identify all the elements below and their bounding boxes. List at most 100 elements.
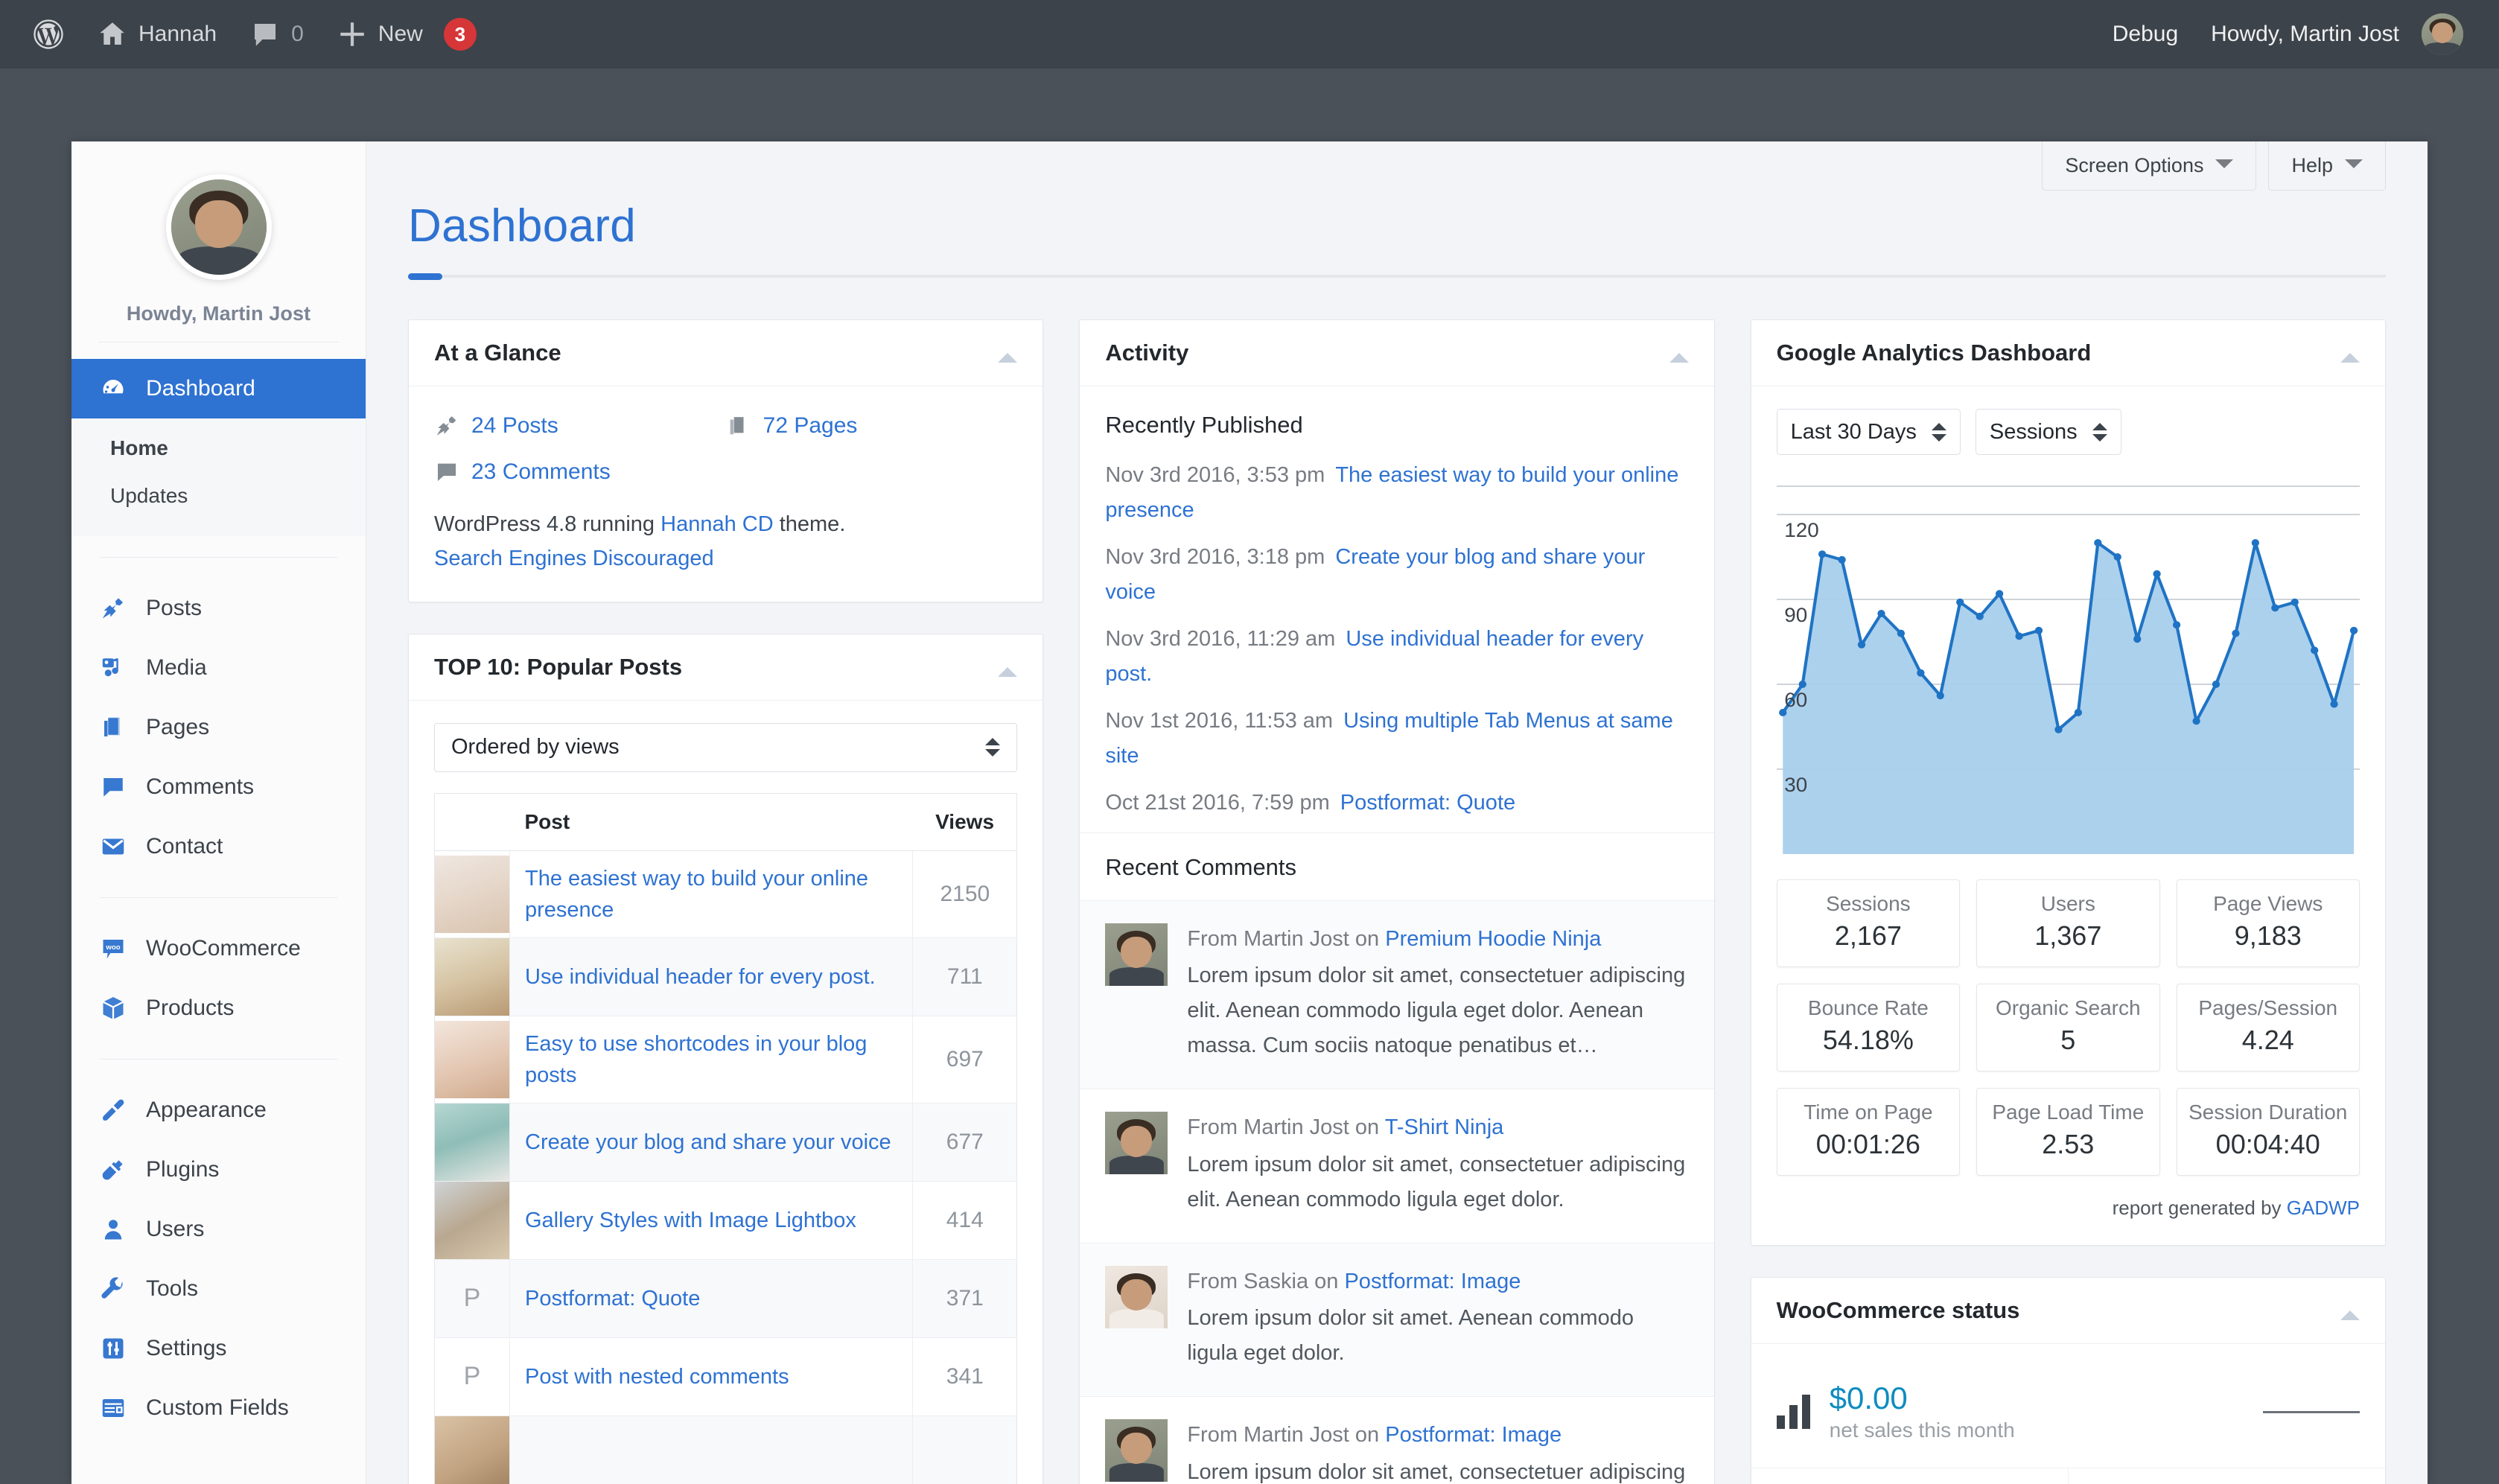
site-name-button[interactable]: Hannah <box>80 0 233 69</box>
stat-value: 00:01:26 <box>1815 1129 1920 1159</box>
collapse-toggle-icon[interactable] <box>2340 343 2360 363</box>
svg-text:120: 120 <box>1784 518 1818 541</box>
sidebar-item-dashboard[interactable]: Dashboard <box>71 359 366 418</box>
debug-button[interactable]: Debug <box>2096 0 2194 69</box>
published-timestamp: Oct 21st 2016, 7:59 pm <box>1105 790 1330 815</box>
screen-meta-bar: Screen Options Help <box>2042 141 2386 191</box>
comment-excerpt: Lorem ipsum dolor sit amet, consectetuer… <box>1187 964 1686 1058</box>
period-select[interactable]: Last 30 Days <box>1776 409 1961 455</box>
collapse-toggle-icon[interactable] <box>998 657 1018 677</box>
wordpress-logo-icon <box>34 19 63 49</box>
post-thumbnail-cell: P <box>434 1337 510 1416</box>
sidebar-item-products[interactable]: Products <box>71 978 366 1038</box>
chevron-down-icon <box>2215 159 2234 177</box>
sidebar-item-woocommerce[interactable]: woo WooCommerce <box>71 919 366 978</box>
post-thumbnail-cell <box>434 1415 510 1484</box>
sidebar-item-label: Pages <box>146 715 210 739</box>
profile-name: Howdy, Martin Jost <box>126 302 311 325</box>
sidebar-item-contact[interactable]: Contact <box>71 817 366 876</box>
stat-label: Pages/Session <box>2198 996 2338 1019</box>
svg-text:90: 90 <box>1784 603 1807 626</box>
post-title-link[interactable]: The easiest way to build your online pre… <box>525 863 897 926</box>
stat-label: Sessions <box>1826 892 1911 915</box>
admin-bar-right: Debug Howdy, Martin Jost <box>2096 0 2499 69</box>
post-title-link[interactable]: Easy to use shortcodes in your blog post… <box>525 1028 897 1091</box>
sidebar-item-posts[interactable]: Posts <box>71 579 366 638</box>
wordpress-logo-button[interactable] <box>16 0 80 69</box>
dashboard-icon <box>103 380 124 394</box>
sidebar-subitem-updates[interactable]: Updates <box>71 472 366 520</box>
theme-link[interactable]: Hannah CD <box>660 512 774 536</box>
views-column-header: Views <box>912 793 1017 851</box>
net-sales-amount[interactable]: $0.00 <box>1830 1380 2015 1415</box>
post-title-cell <box>509 1415 913 1484</box>
sidebar-subitem-home[interactable]: Home <box>71 424 366 472</box>
panel-title: Google Analytics Dashboard <box>1776 340 2092 366</box>
post-thumbnail-cell <box>434 1181 510 1260</box>
sidebar-item-appearance[interactable]: Appearance <box>71 1080 366 1140</box>
order-select[interactable]: Ordered by views <box>434 722 1018 772</box>
comment-item: From Saskia on Postformat: Image Lorem i… <box>1080 1242 1714 1396</box>
bar-chart-icon <box>1776 1395 1810 1430</box>
post-title-cell: Create your blog and share your voice <box>509 1103 913 1182</box>
collapse-toggle-icon[interactable] <box>998 343 1018 363</box>
avatar[interactable] <box>165 174 272 280</box>
orders-on-hold[interactable]: 0 orders on-hold <box>2067 1468 2385 1484</box>
stat-label: Session Duration <box>2188 1101 2348 1124</box>
divider <box>98 342 339 343</box>
sidebar-item-users[interactable]: Users <box>71 1200 366 1259</box>
collapse-toggle-icon[interactable] <box>1669 343 1689 363</box>
post-title-cell: The easiest way to build your online pre… <box>509 850 913 938</box>
collapse-toggle-icon[interactable] <box>2340 1301 2360 1320</box>
comment-post-link[interactable]: T-Shirt Ninja <box>1385 1115 1504 1139</box>
sidebar-item-settings[interactable]: Settings <box>71 1319 366 1378</box>
pages-count-link[interactable]: 72 Pages <box>763 413 858 439</box>
comments-button[interactable]: 0 <box>233 0 320 69</box>
glance-pages[interactable]: 72 Pages <box>726 409 1018 455</box>
post-title-link[interactable]: Postformat: Quote <box>525 1283 700 1314</box>
post-title-cell: Easy to use shortcodes in your blog post… <box>509 1016 913 1104</box>
post-title-cell: Postformat: Quote <box>509 1259 913 1338</box>
popular-posts-panel: TOP 10: Popular Posts Ordered by views P… <box>408 633 1044 1484</box>
post-title-link[interactable]: Use individual header for every post. <box>525 961 876 993</box>
sidebar-item-comments[interactable]: Comments <box>71 757 366 817</box>
stat-value: 1,367 <box>2034 920 2102 951</box>
glance-posts[interactable]: 24 Posts <box>434 409 726 455</box>
sidebar-item-tools[interactable]: Tools <box>71 1259 366 1319</box>
new-content-button[interactable]: New 3 <box>320 0 493 69</box>
post-title-cell: Use individual header for every post. <box>509 937 913 1016</box>
comment-post-link[interactable]: Premium Hoodie Ninja <box>1385 927 1601 951</box>
screen-options-button[interactable]: Screen Options <box>2042 141 2257 191</box>
comment-post-link[interactable]: Postformat: Image <box>1385 1423 1562 1447</box>
comment-post-link[interactable]: Postformat: Image <box>1344 1270 1521 1293</box>
envelope-icon <box>102 838 124 855</box>
post-title-link[interactable]: Gallery Styles with Image Lightbox <box>525 1205 856 1236</box>
panel-header: Google Analytics Dashboard <box>1751 320 2385 386</box>
published-timestamp: Nov 3rd 2016, 3:53 pm <box>1105 463 1325 487</box>
orders-processing[interactable]: 0 orders awaiting processing <box>1751 1468 2068 1484</box>
sidebar-item-pages[interactable]: Pages <box>71 698 366 757</box>
posts-count-link[interactable]: 24 Posts <box>471 413 558 439</box>
published-timestamp: Nov 1st 2016, 11:53 am <box>1105 708 1334 733</box>
account-menu-button[interactable]: Howdy, Martin Jost <box>2194 0 2480 69</box>
search-engines-notice-link[interactable]: Search Engines Discouraged <box>434 547 714 570</box>
panel-title: WooCommerce status <box>1776 1297 2020 1323</box>
post-title-link[interactable]: Create your blog and share your voice <box>525 1127 891 1158</box>
gadwp-link[interactable]: GADWP <box>2287 1197 2360 1219</box>
comment-excerpt: Lorem ipsum dolor sit amet, consectetuer… <box>1187 1459 1686 1484</box>
panel-title: At a Glance <box>434 340 561 366</box>
glance-comments[interactable]: 23 Comments <box>434 455 726 501</box>
published-post-link[interactable]: Postformat: Quote <box>1340 791 1515 815</box>
updates-badge[interactable]: 3 <box>443 18 477 51</box>
post-views-cell: 711 <box>912 937 1017 1016</box>
sidebar-item-media[interactable]: Media <box>71 638 366 698</box>
comments-count-link[interactable]: 23 Comments <box>471 459 611 485</box>
metric-select[interactable]: Sessions <box>1975 409 2121 455</box>
help-button[interactable]: Help <box>2268 141 2386 191</box>
table-row: P Post with nested comments 341 <box>434 1337 1017 1416</box>
sidebar-item-plugins[interactable]: Plugins <box>71 1140 366 1200</box>
post-views-cell: 697 <box>912 1016 1017 1104</box>
post-title-link[interactable]: Post with nested comments <box>525 1361 789 1392</box>
panel-title: Activity <box>1105 340 1189 366</box>
sidebar-item-custom-fields[interactable]: Custom Fields <box>71 1378 366 1438</box>
